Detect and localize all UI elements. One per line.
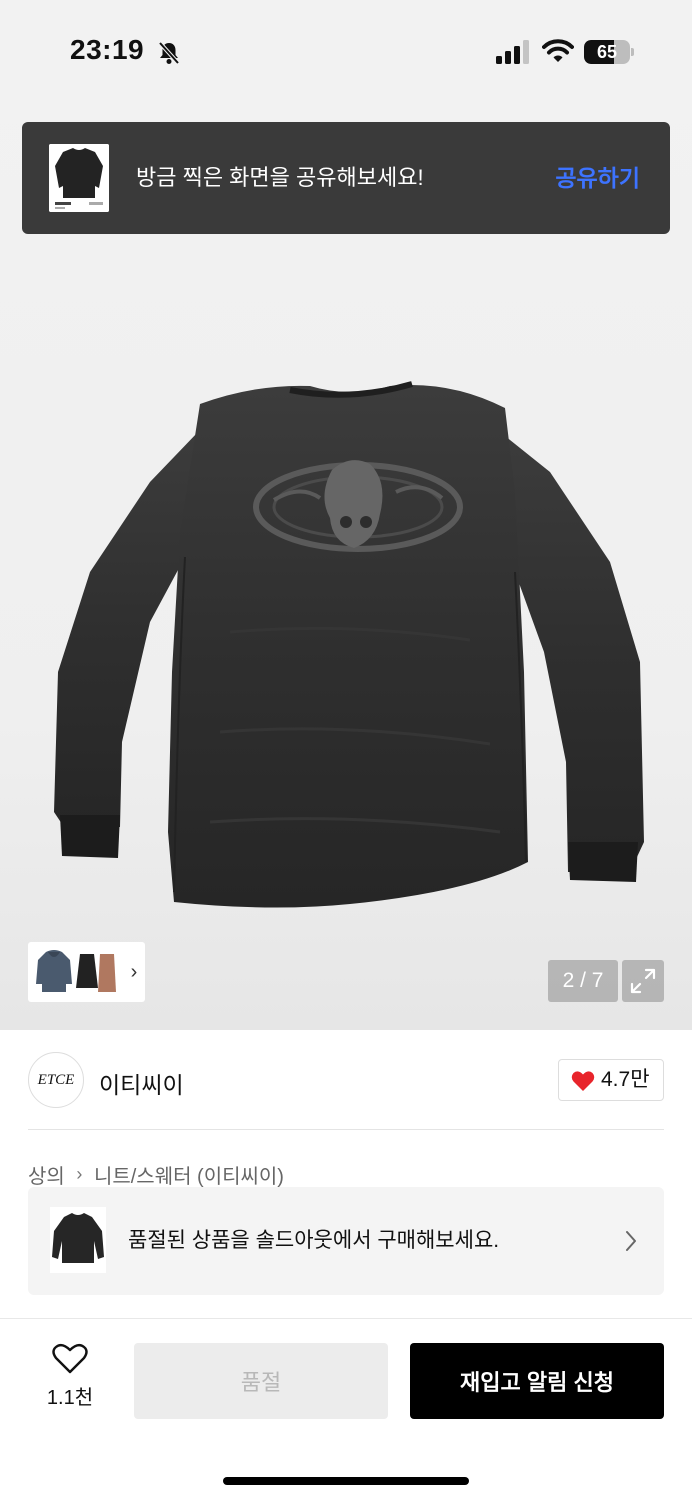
brand-like-button[interactable]: 4.7만 [558, 1059, 664, 1101]
expand-icon [630, 968, 656, 994]
heart-outline-icon [52, 1343, 88, 1374]
breadcrumb-subcategory[interactable]: 니트/스웨터 (이티씨이) [94, 1160, 284, 1189]
bell-slash-icon [158, 41, 180, 65]
soldout-button: 품절 [134, 1343, 388, 1419]
status-bar: 23:19 65 [0, 0, 692, 100]
wishlist-count: 1.1천 [46, 1387, 94, 1409]
product-detail-screen: 23:19 65 방금 찍은 화면을 공유해보세요! 공유하기 › 2 / 7 … [0, 0, 692, 1500]
divider [28, 1129, 664, 1130]
banner-product-thumbnail [50, 1207, 106, 1273]
chevron-right-icon: › [76, 1164, 83, 1184]
chevron-right-icon[interactable]: › [124, 942, 144, 1002]
brand-name[interactable]: 이티씨이 [99, 1066, 184, 1100]
brand-like-count: 4.7만 [601, 1068, 650, 1091]
breadcrumb-category[interactable]: 상의 [28, 1160, 65, 1189]
bottom-action-bar: 1.1천 품절 재입고 알림 신청 [0, 1318, 692, 1500]
variant-thumbnail[interactable] [34, 948, 74, 996]
brand-logo[interactable]: ETCE [28, 1052, 84, 1108]
share-message: 방금 찍은 화면을 공유해보세요! [136, 165, 424, 190]
brand-row: ETCE 이티씨이 4.7만 [0, 1030, 692, 1130]
expand-button[interactable] [622, 960, 664, 1002]
screenshot-thumbnail[interactable] [49, 144, 109, 212]
color-variants-strip[interactable]: › [28, 942, 145, 1002]
share-button[interactable]: 공유하기 [555, 122, 640, 234]
breadcrumb: 상의 › 니트/스웨터 (이티씨이) [28, 1160, 284, 1190]
product-gallery[interactable]: 23:19 65 방금 찍은 화면을 공유해보세요! 공유하기 › 2 / 7 [0, 0, 692, 1030]
variant-thumbnail[interactable] [96, 948, 118, 996]
battery-icon: 65 [584, 40, 634, 64]
share-toast: 방금 찍은 화면을 공유해보세요! 공유하기 [22, 122, 670, 234]
soldout-banner-text: 품절된 상품을 솔드아웃에서 구매해보세요. [128, 1229, 500, 1252]
restock-alert-button[interactable]: 재입고 알림 신청 [410, 1343, 664, 1419]
wifi-icon [542, 39, 574, 62]
status-time: 23:19 [70, 34, 145, 65]
soldout-banner[interactable]: 품절된 상품을 솔드아웃에서 구매해보세요. [28, 1187, 664, 1295]
product-image[interactable] [50, 372, 650, 927]
signal-icon [496, 40, 529, 64]
image-counter: 2 / 7 [548, 960, 618, 1002]
wishlist-button[interactable]: 1.1천 [40, 1343, 100, 1413]
home-indicator[interactable] [223, 1477, 469, 1485]
battery-percent: 65 [596, 42, 618, 62]
chevron-right-icon [626, 1231, 636, 1251]
heart-filled-icon [571, 1071, 595, 1091]
